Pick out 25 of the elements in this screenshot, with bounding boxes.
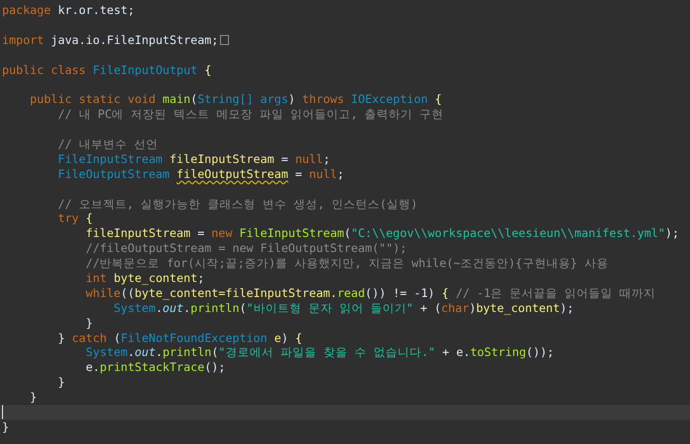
code-line: //fileOutputStream = new FileOutputStream(""); xyxy=(84,241,407,256)
code-line: public static void main(String[] args) throws IOException { xyxy=(28,92,442,108)
code-line: public class FileInputOutput { xyxy=(2,62,212,78)
code-line: System.out.println("경로에서 파일을 찾을 수 없습니다." + e.toString()); xyxy=(84,345,554,360)
code-line: import java.io.FileInputStream; xyxy=(2,32,218,48)
folded-code-icon[interactable] xyxy=(220,35,230,46)
code-line: // 오브젝트, 실행가능한 클래스형 변수 생성, 인스턴스(실행) xyxy=(56,196,418,212)
code-line: fileInputStream = new FileInputStream("C:\\egov\\workspace\\leesieun\\manifest.yml"); xyxy=(84,226,680,242)
code-line: // 내 PC에 저장된 텍스트 메모장 파일 읽어들이고, 출력하기 구현 xyxy=(56,107,444,122)
code-line: package kr.or.test; xyxy=(2,3,135,18)
code-line: } catch (FileNotFoundException e) { xyxy=(56,330,302,346)
code-line: e.printStackTrace(); xyxy=(84,360,226,376)
code-line: try { xyxy=(56,211,93,226)
code-line: } xyxy=(84,316,93,331)
code-line: System.out.println("바이트형 문자 읽어 들이기" + (char)byte_content); xyxy=(112,300,574,316)
text-cursor xyxy=(2,405,3,420)
code-line: // 내부변수 선언 xyxy=(56,137,158,152)
code-line: while((byte_content=fileInputStream.read()) != -1) { // -1은 문서끝을 읽어들일 때까지 xyxy=(84,286,656,301)
code-line: } xyxy=(2,420,9,435)
code-line: } xyxy=(56,375,65,390)
code-line: } xyxy=(28,390,37,406)
code-line: int byte_content; xyxy=(84,271,204,286)
code-line: FileOutputStream fileOutputStream = null; xyxy=(56,166,344,182)
code-line: //반복문으로 for(시작;끝;증가)를 사용했지만, 지금은 while(~조건동안){구현내용} 사용 xyxy=(84,256,608,272)
code-line: FileInputStream fileInputStream = null; xyxy=(56,152,330,167)
